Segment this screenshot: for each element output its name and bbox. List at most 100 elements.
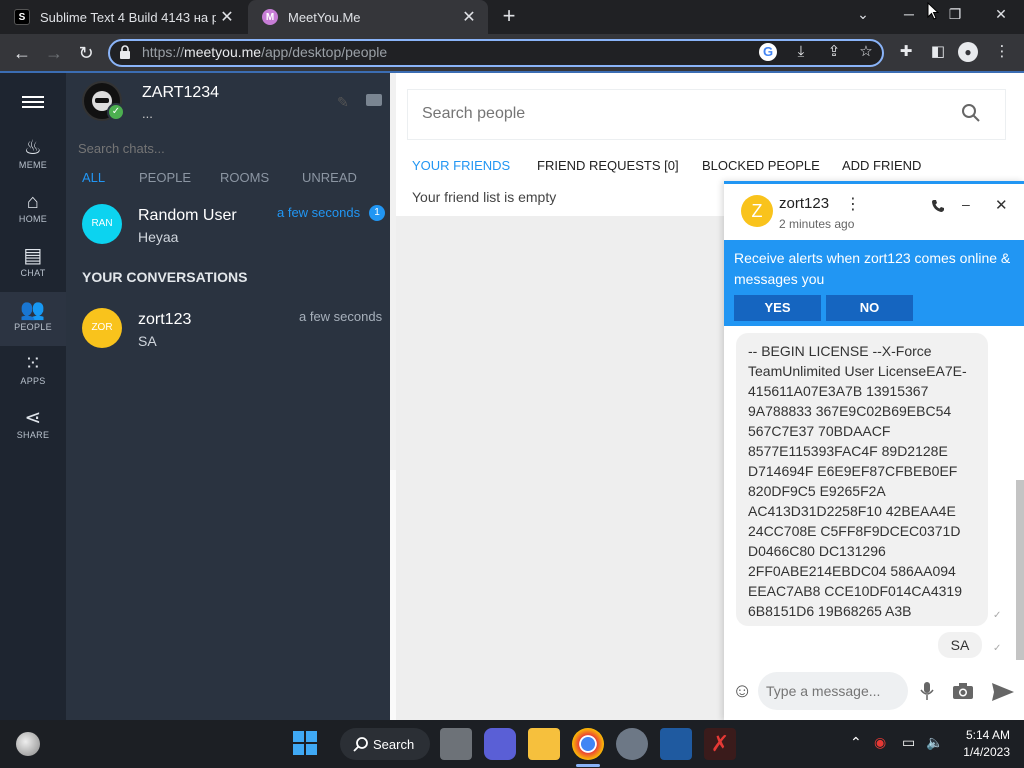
- volume-icon[interactable]: 🔈: [926, 734, 943, 751]
- microphone-icon[interactable]: [920, 681, 934, 701]
- show-hidden-icons-icon[interactable]: ⌃: [850, 734, 862, 751]
- google-icon[interactable]: G: [759, 43, 777, 61]
- more-options-icon[interactable]: ⋮: [845, 194, 861, 214]
- hamburger-menu-icon[interactable]: [22, 93, 44, 111]
- unread-badge: 1: [369, 205, 385, 221]
- share-icon: ⋖: [24, 407, 42, 429]
- chrome-icon[interactable]: [572, 728, 604, 760]
- clock-time[interactable]: 5:14 AM: [960, 728, 1010, 742]
- close-popup-icon[interactable]: ✕: [995, 196, 1008, 214]
- tab-title: MeetYou.Me: [288, 9, 361, 25]
- windows-start-icon[interactable]: [292, 730, 318, 756]
- antivirus-icon[interactable]: ◉: [874, 734, 886, 751]
- rail-label: SHARE: [16, 430, 50, 440]
- star-icon[interactable]: ☆: [855, 41, 877, 63]
- conversation-preview: SA: [138, 333, 157, 349]
- xforce-keygen-icon[interactable]: ✗: [704, 728, 736, 760]
- search-chats-input[interactable]: [78, 138, 378, 158]
- extensions-icon[interactable]: ✚: [895, 41, 917, 63]
- download-icon[interactable]: ⤓: [790, 41, 812, 63]
- popup-name[interactable]: zort123: [779, 195, 829, 212]
- tab-meetyou[interactable]: M MeetYou.Me ✕: [248, 0, 488, 34]
- taskbar-search-label: Search: [373, 737, 415, 752]
- profile-username: ZART1234: [142, 84, 220, 101]
- emoji-icon[interactable]: ☺: [732, 680, 752, 703]
- filter-tab-unread[interactable]: UNREAD: [302, 170, 357, 185]
- popup-avatar[interactable]: Z: [741, 195, 773, 227]
- new-chat-icon[interactable]: [366, 94, 382, 106]
- section-title: YOUR CONVERSATIONS: [82, 269, 248, 285]
- tab-blocked-people[interactable]: BLOCKED PEOPLE: [702, 158, 820, 173]
- search-icon[interactable]: [961, 103, 981, 123]
- tab-search-chevron-icon[interactable]: ⌄: [840, 0, 886, 30]
- close-tab-icon[interactable]: ✕: [216, 7, 238, 27]
- chat-preview: Heyaa: [138, 229, 179, 245]
- file-explorer-icon[interactable]: [528, 728, 560, 760]
- popup-scrollbar[interactable]: [1016, 480, 1024, 660]
- new-tab-icon[interactable]: +: [498, 5, 520, 29]
- chat-time: a few seconds: [277, 205, 361, 220]
- rail-item-meme[interactable]: ♨ MEME: [0, 130, 66, 184]
- task-view-icon[interactable]: [440, 728, 472, 760]
- edit-pencil-icon[interactable]: ✎: [337, 94, 349, 111]
- forward-icon[interactable]: →: [40, 39, 68, 67]
- profile-icon[interactable]: ●: [958, 42, 978, 62]
- search-icon: [353, 737, 368, 752]
- tab-add-friend[interactable]: ADD FRIEND: [842, 158, 921, 173]
- rail-item-share[interactable]: ⋖ SHARE: [0, 400, 66, 454]
- chat-icon: ▤: [23, 245, 43, 267]
- rail-item-chat[interactable]: ▤ CHAT: [0, 238, 66, 292]
- settings-gear-icon[interactable]: [616, 728, 648, 760]
- message-input[interactable]: [758, 672, 908, 710]
- meetyou-favicon-icon: M: [262, 9, 278, 25]
- flame-icon: ♨: [23, 137, 43, 159]
- close-tab-icon[interactable]: ✕: [458, 7, 480, 27]
- share-icon[interactable]: ⇪: [823, 41, 845, 63]
- yes-button[interactable]: YES: [734, 295, 821, 321]
- no-button[interactable]: NO: [826, 295, 913, 321]
- apps-icon: ⁙: [24, 353, 42, 375]
- conversation-name: zort123: [138, 311, 192, 328]
- profile-status[interactable]: ...: [142, 106, 153, 121]
- url-path: /app/desktop/people: [261, 44, 388, 60]
- lock-icon[interactable]: [119, 45, 131, 59]
- active-app-indicator: [576, 764, 600, 767]
- back-icon[interactable]: ←: [8, 39, 36, 67]
- filter-tab-all[interactable]: ALL: [82, 170, 105, 185]
- camera-icon[interactable]: [952, 682, 974, 700]
- rail-item-home[interactable]: ⌂ HOME: [0, 184, 66, 238]
- menu-icon[interactable]: ⋮: [991, 41, 1013, 63]
- close-window-icon[interactable]: ✕: [978, 0, 1024, 30]
- rail-item-people[interactable]: 👥 PEOPLE: [0, 292, 66, 346]
- sidepanel-icon[interactable]: ◧: [927, 41, 949, 63]
- reload-icon[interactable]: ↻: [72, 39, 100, 67]
- phone-icon[interactable]: [931, 199, 945, 213]
- url-domain: meetyou.me: [184, 44, 262, 60]
- rail-label: APPS: [20, 376, 46, 386]
- weather-icon[interactable]: [16, 732, 40, 756]
- rail-label: PEOPLE: [14, 322, 52, 332]
- display-icon[interactable]: ▭: [902, 734, 915, 751]
- tab-friend-requests[interactable]: FRIEND REQUESTS [0]: [537, 158, 679, 173]
- conversation-time: a few seconds: [299, 309, 383, 324]
- read-check-icon: ✓: [993, 610, 1002, 621]
- tab-your-friends[interactable]: YOUR FRIENDS: [412, 158, 510, 173]
- minimize-window-icon[interactable]: ─: [886, 0, 932, 30]
- search-people-input[interactable]: [422, 103, 942, 125]
- tab-title: Sublime Text 4 Build 4143 на рус: [40, 9, 216, 25]
- message-bubble-sa[interactable]: SA: [938, 632, 982, 658]
- tab-sublime[interactable]: S Sublime Text 4 Build 4143 на рус ✕: [0, 0, 246, 34]
- filter-tab-people[interactable]: PEOPLE: [139, 170, 191, 185]
- minimize-popup-icon[interactable]: –: [962, 196, 970, 212]
- teams-chat-icon[interactable]: [484, 728, 516, 760]
- send-icon[interactable]: [991, 682, 1015, 702]
- rail-item-apps[interactable]: ⁙ APPS: [0, 346, 66, 400]
- task-manager-icon[interactable]: [660, 728, 692, 760]
- home-icon: ⌂: [26, 191, 40, 213]
- clock-date[interactable]: 1/4/2023: [956, 745, 1010, 759]
- online-status-icon: ✓: [107, 103, 125, 121]
- conversation-avatar: ZOR: [82, 308, 122, 348]
- filter-tab-rooms[interactable]: ROOMS: [220, 170, 269, 185]
- url-text[interactable]: https://meetyou.me/app/desktop/people: [142, 44, 387, 60]
- read-check-icon: ✓: [993, 643, 1002, 654]
